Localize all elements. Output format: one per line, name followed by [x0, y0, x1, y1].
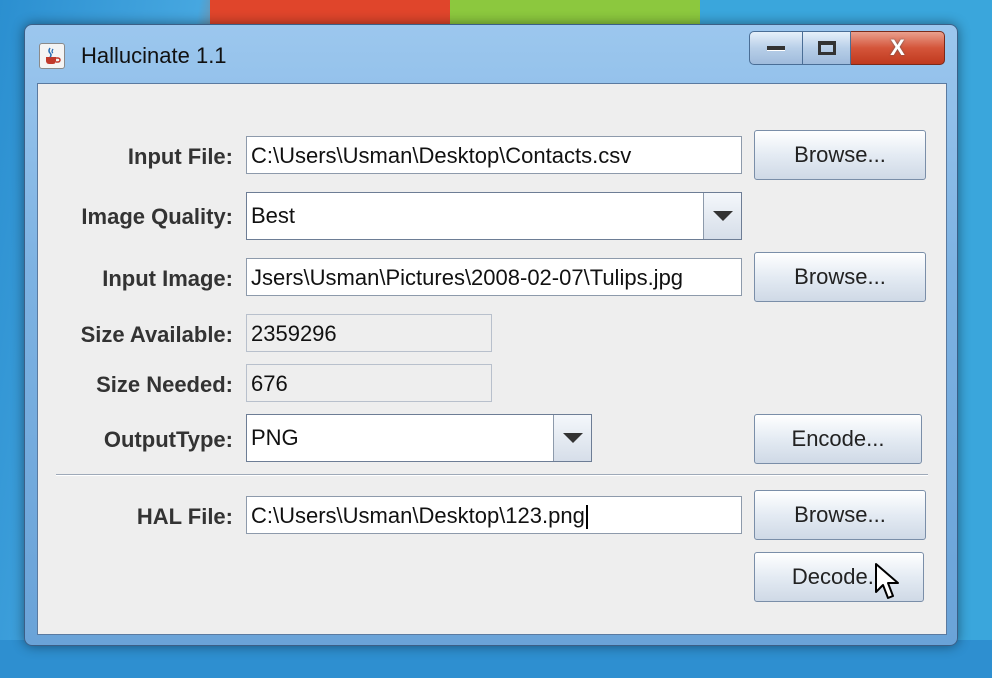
- java-cup-icon[interactable]: [39, 43, 65, 69]
- hal-file-browse-button[interactable]: Browse...: [754, 490, 926, 540]
- size-available-label: Size Available:: [80, 322, 233, 347]
- size-needed-label: Size Needed:: [96, 372, 233, 397]
- chevron-down-icon: [712, 211, 733, 221]
- input-file-browse-button[interactable]: Browse...: [754, 130, 926, 180]
- app-window: Hallucinate 1.1 X Input File: C:\Users\U…: [24, 24, 958, 646]
- minimize-button[interactable]: [749, 31, 803, 65]
- text-caret: [585, 505, 588, 530]
- input-image-field[interactable]: Jsers\Usman\Pictures\2008-02-07\Tulips.j…: [246, 258, 742, 296]
- maximize-icon: [817, 41, 836, 55]
- close-button[interactable]: X: [851, 31, 945, 65]
- close-icon: X: [890, 35, 905, 60]
- input-file-field[interactable]: C:\Users\Usman\Desktop\Contacts.csv: [246, 136, 742, 174]
- title-bar[interactable]: Hallucinate 1.1 X: [25, 25, 957, 83]
- chevron-down-icon: [562, 433, 583, 443]
- output-type-label: OutputType:: [103, 427, 233, 452]
- hal-file-value: C:\Users\Usman\Desktop\123.png: [251, 503, 585, 528]
- window-title: Hallucinate 1.1: [81, 43, 227, 68]
- maximize-button[interactable]: [803, 31, 851, 65]
- hal-file-label: HAL File:: [136, 504, 233, 529]
- mouse-pointer-icon: [875, 563, 899, 599]
- hal-file-field[interactable]: C:\Users\Usman\Desktop\123.png: [246, 496, 742, 534]
- input-image-label: Input Image:: [102, 266, 233, 291]
- window-controls: X: [749, 31, 945, 65]
- image-quality-select[interactable]: Best: [246, 192, 742, 240]
- minimize-icon: [767, 45, 785, 51]
- image-quality-dropdown-button[interactable]: [703, 193, 741, 239]
- image-quality-label: Image Quality:: [81, 204, 233, 229]
- encode-button[interactable]: Encode...: [754, 414, 922, 464]
- main-panel: Input File: C:\Users\Usman\Desktop\Conta…: [37, 83, 947, 635]
- input-file-label: Input File:: [127, 144, 233, 169]
- size-available-field: 2359296: [246, 314, 492, 352]
- image-quality-value: Best: [251, 203, 296, 228]
- input-image-browse-button[interactable]: Browse...: [754, 252, 926, 302]
- output-type-select[interactable]: PNG: [246, 414, 592, 462]
- output-type-value: PNG: [251, 425, 299, 450]
- size-needed-field: 676: [246, 364, 492, 402]
- separator: [56, 474, 928, 476]
- output-type-dropdown-button[interactable]: [553, 415, 591, 461]
